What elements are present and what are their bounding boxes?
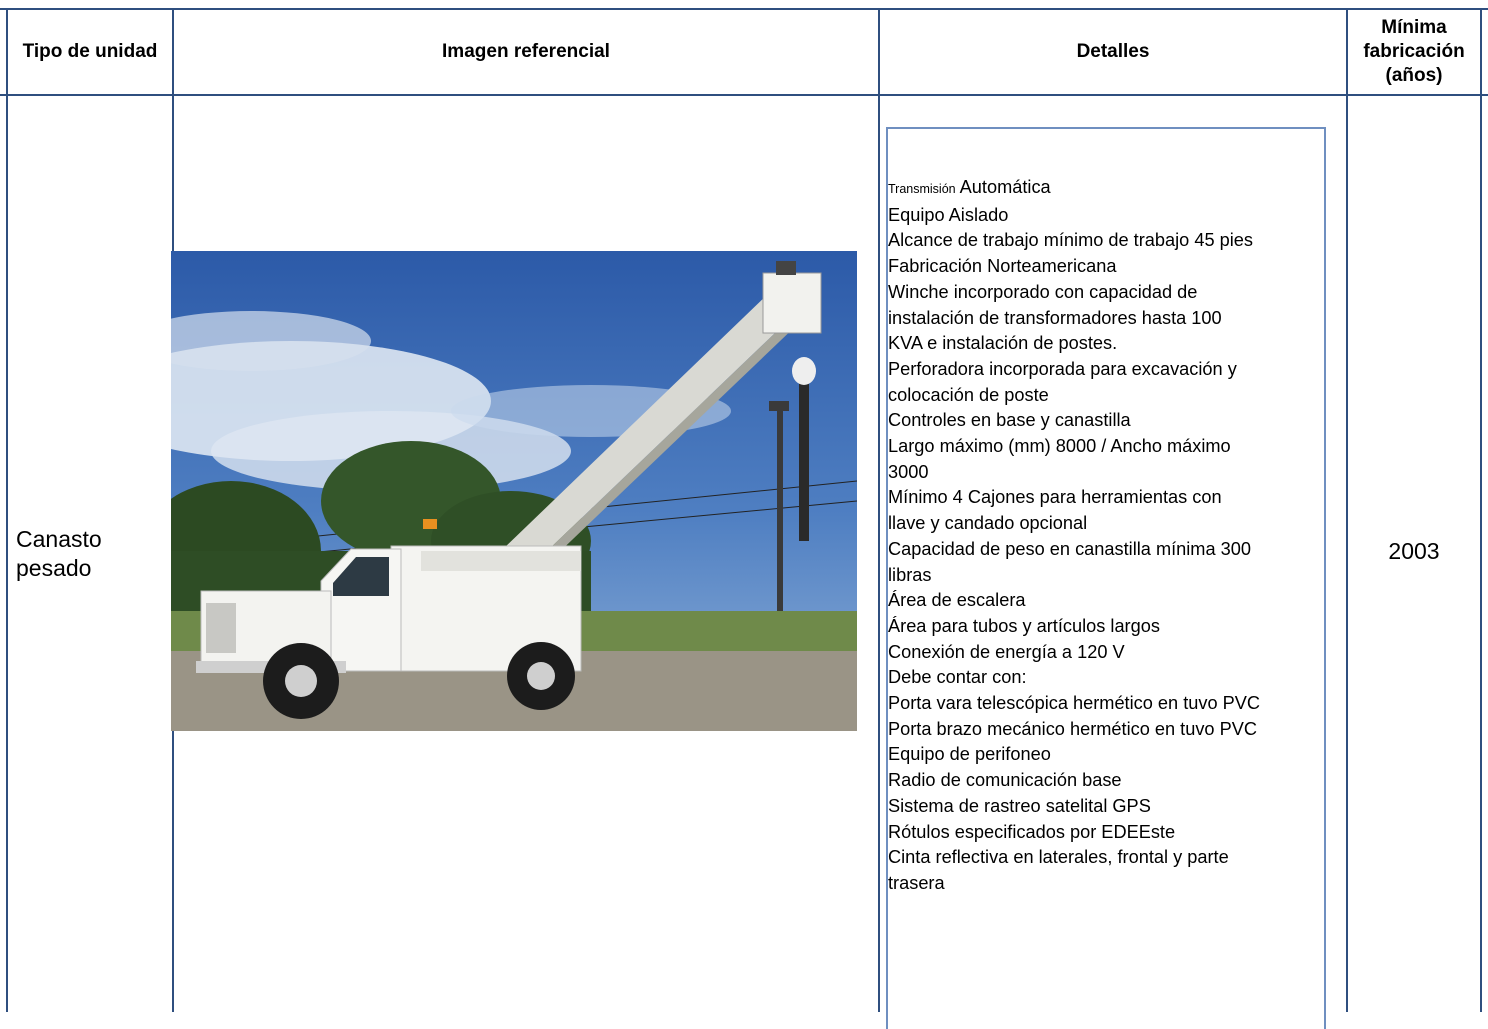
details-line: Winche incorporado con capacidad de [888,281,1198,302]
col-border-right [1480,8,1482,1012]
details-line: Equipo Aislado [888,204,1009,225]
min-year-value: 2003 [1388,538,1440,564]
header-image: Imagen referencial [442,41,610,62]
unit-type-cell: Canasto pesado [16,525,166,583]
details-line: llave y candado opcional [888,513,1088,534]
details-line: instalación de transformadores hasta 100 [888,307,1222,328]
details-line: Conexión de energía a 120 V [888,641,1125,662]
col-border-left [6,8,8,1012]
details-line: Área para tubos y artículos largos [888,615,1160,636]
header-bottom-border [0,94,1488,96]
header-min-year-line1: Mínima [1381,17,1447,38]
details-transmission-value: Automática [959,177,1051,197]
header-min-year-line2: fabricación [1363,41,1465,62]
details-line: trasera [888,872,945,893]
header-details: Detalles [1076,41,1150,62]
header-min-year: Mínima fabricación (años) [1348,10,1480,94]
details-line: colocación de poste [888,384,1049,405]
unit-type-line2: pesado [16,555,92,581]
details-line: Fabricación Norteamericana [888,256,1117,277]
details-line: Sistema de rastreo satelital GPS [888,795,1151,816]
details-line: KVA e instalación de postes. [888,333,1118,354]
details-line: Radio de comunicación base [888,770,1122,791]
details-line: libras [888,564,932,585]
reference-image-bucket-truck [171,251,857,731]
details-line: Porta vara telescópica hermético en tuvo… [888,693,1261,714]
details-line: Rótulos especificados por EDEEste [888,821,1176,842]
header-min-year-line3: (años) [1385,65,1443,86]
details-line-transmission: Transmisión Automática [888,175,1328,203]
details-line: Controles en base y canastilla [888,410,1131,431]
details-line: Área de escalera [888,590,1026,611]
details-line: Porta brazo mecánico hermético en tuvo P… [888,718,1257,739]
col-border-3 [1346,8,1348,1012]
details-line: Mínimo 4 Cajones para herramientas con [888,487,1222,508]
details-transmission-label: Transmisión [888,182,956,196]
header-unit-type: Tipo de unidad [22,41,158,62]
unit-type-line1: Canasto [16,526,102,552]
details-line: Largo máximo (mm) 8000 / Ancho máximo [888,436,1231,457]
details-line: Cinta reflectiva en laterales, frontal y… [888,847,1229,868]
details-line: Perforadora incorporada para excavación … [888,358,1237,379]
details-line: Alcance de trabajo mínimo de trabajo 45 … [888,230,1253,251]
details-line: Capacidad de peso en canastilla mínima 3… [888,538,1251,559]
details-list: Transmisión Automática Equipo Aislado Al… [888,175,1328,897]
details-line: 3000 [888,461,929,482]
col-border-2 [878,8,880,1012]
details-line: Equipo de perifoneo [888,744,1051,765]
details-line: Debe contar con: [888,667,1027,688]
